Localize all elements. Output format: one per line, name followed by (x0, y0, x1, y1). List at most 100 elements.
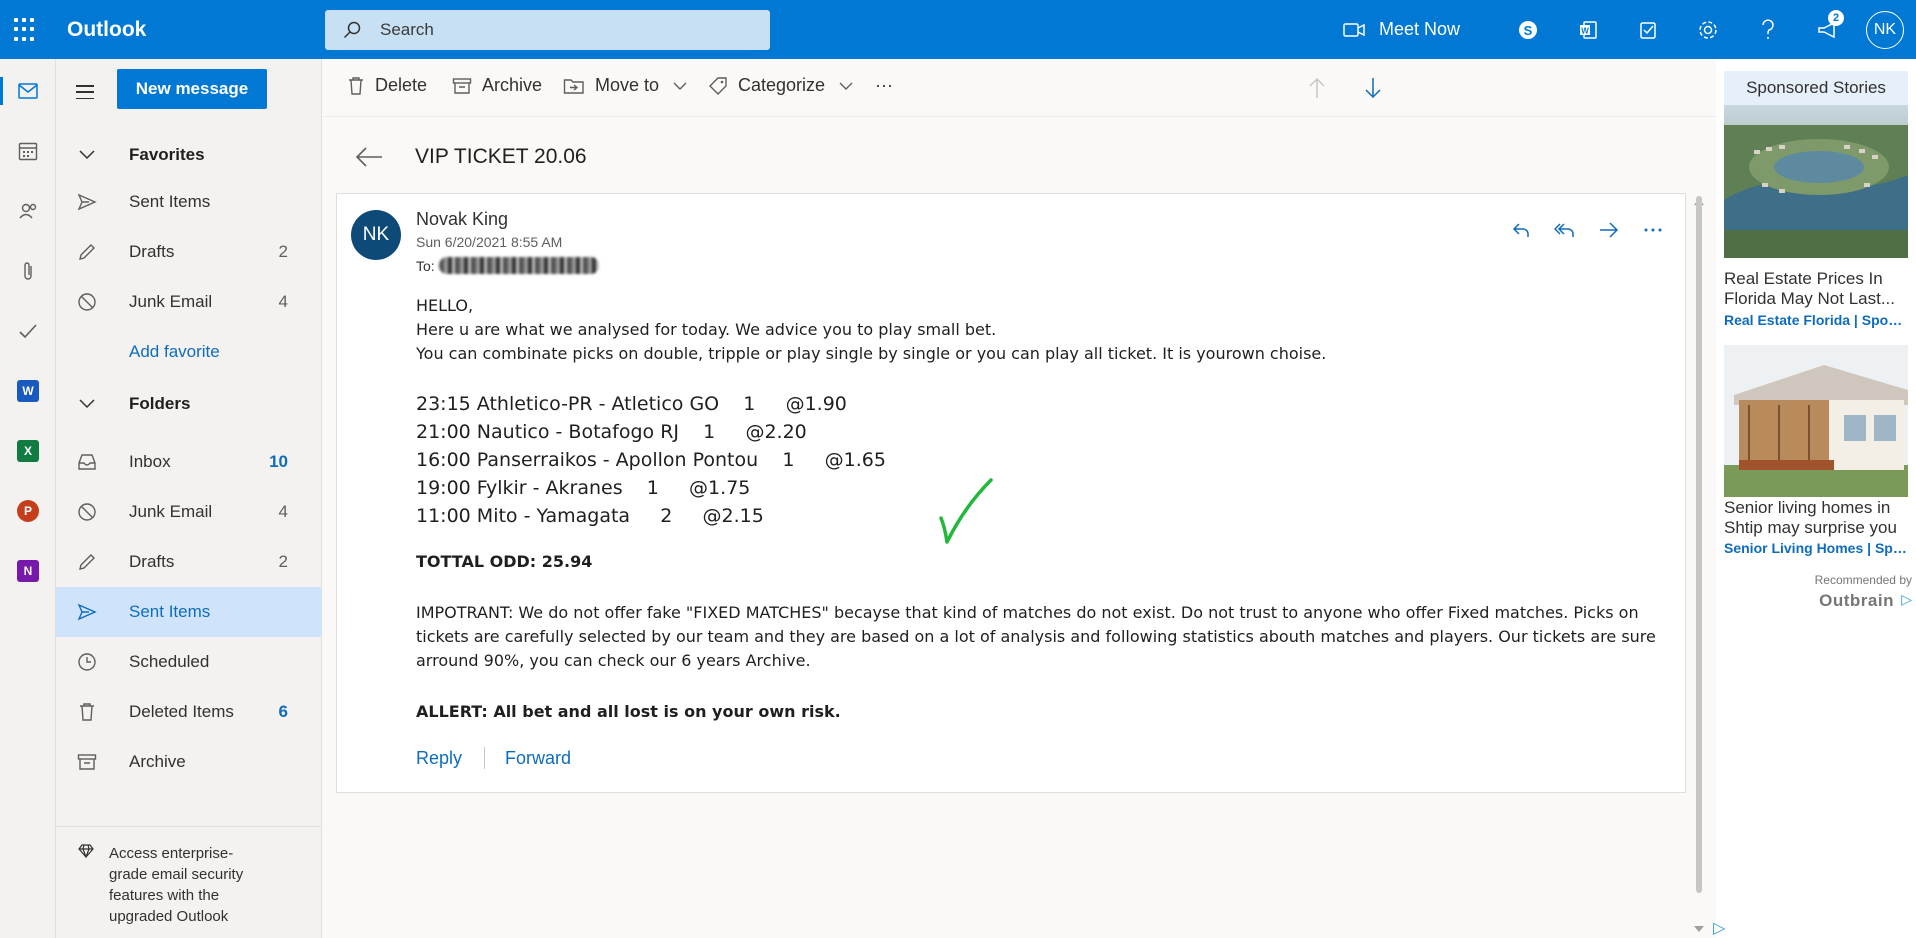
people-icon (19, 203, 37, 219)
chevron-down-icon (76, 144, 98, 166)
powerpoint-icon: P (17, 500, 39, 522)
folder-label: Inbox (129, 452, 171, 471)
message-more-button[interactable] (1641, 218, 1665, 242)
todo-app-button[interactable] (0, 309, 56, 353)
archive-label: Archive (482, 75, 543, 95)
search-input[interactable] (380, 19, 750, 41)
powerpoint-app-button[interactable]: P (0, 489, 56, 533)
outbrain-logo[interactable]: Outbrain (1819, 591, 1894, 611)
app-title[interactable]: Outlook (67, 18, 146, 42)
previous-message-button[interactable] (1308, 77, 1326, 99)
scroll-down-arrow[interactable] (1694, 926, 1704, 932)
adchoices-footer-icon[interactable]: ▷ (1713, 918, 1725, 938)
next-message-button[interactable] (1364, 77, 1382, 99)
reply-all-action-button[interactable] (1553, 218, 1577, 242)
favorite-sent-items[interactable]: Sent Items (56, 177, 322, 227)
folder-sent-items[interactable]: Sent Items (56, 587, 322, 637)
files-app-button[interactable] (0, 249, 56, 293)
search-box[interactable] (325, 10, 770, 50)
sponsored-stories-header: Sponsored Stories (1724, 71, 1908, 105)
message-subject: VIP TICKET 20.06 (415, 145, 587, 168)
reply-row: Reply Forward (416, 747, 571, 769)
arrow-left-icon (355, 147, 382, 167)
folder-count: 2 (278, 242, 288, 261)
favorite-junk-email[interactable]: Junk Email 4 (56, 277, 322, 327)
folder-count: 2 (278, 552, 288, 571)
people-app-button[interactable] (0, 189, 56, 233)
word-icon: W (17, 380, 39, 402)
folder-label: Junk Email (129, 502, 213, 521)
reply-icon (1512, 223, 1529, 237)
recommended-by-label: Recommended by (1814, 573, 1912, 587)
move-to-button[interactable]: Move to (563, 75, 687, 96)
chevron-down-icon (673, 82, 687, 90)
folder-label: Sent Items (129, 602, 211, 621)
ad-title[interactable]: Senior living homes in Shtip may surpris… (1724, 498, 1908, 538)
ad-image-aerial[interactable] (1724, 105, 1908, 258)
hamburger-icon[interactable] (76, 85, 94, 99)
notifications-button[interactable]: 2 (1806, 0, 1850, 59)
notification-badge: 2 (1828, 10, 1844, 26)
folder-junk-email[interactable]: Junk Email 4 (56, 487, 322, 537)
help-button[interactable] (1746, 0, 1790, 59)
delete-button[interactable]: Delete (347, 75, 427, 96)
settings-button[interactable] (1686, 0, 1730, 59)
folder-archive[interactable]: Archive (56, 737, 322, 787)
word-app-button[interactable]: W (0, 369, 56, 413)
favorites-header[interactable]: Favorites (56, 130, 322, 180)
more-actions-button[interactable]: ··· (875, 75, 893, 96)
ad-source[interactable]: Senior Living Homes | Spo... (1724, 540, 1908, 556)
ad-title[interactable]: Real Estate Prices In Florida May Not La… (1724, 269, 1908, 309)
adchoices-icon[interactable]: ▷ (1901, 591, 1912, 608)
to-label: To: (416, 257, 435, 274)
reply-link[interactable]: Reply (416, 748, 462, 769)
folder-drafts[interactable]: Drafts 2 (56, 537, 322, 587)
app-launcher-icon[interactable] (14, 18, 38, 42)
folder-label: Archive (129, 752, 186, 771)
meet-now-button[interactable]: Meet Now (1343, 19, 1460, 40)
sender-name[interactable]: Novak King (416, 209, 508, 230)
office-apps-button[interactable]: W (1566, 0, 1610, 59)
ad-image-house[interactable] (1724, 345, 1908, 497)
favorites-label: Favorites (129, 145, 205, 164)
upgrade-promo[interactable]: Access enterprise-grade email security f… (56, 826, 322, 938)
reply-action-button[interactable] (1509, 218, 1533, 242)
folder-move-icon (563, 78, 584, 94)
chevron-down-icon (839, 82, 853, 90)
question-mark-icon (1762, 18, 1774, 39)
reading-pane-scrollbar[interactable] (1696, 196, 1702, 893)
folder-inbox[interactable]: Inbox 10 (56, 437, 322, 487)
folders-header[interactable]: Folders (56, 379, 322, 429)
folder-label: Junk Email (129, 292, 213, 311)
archive-button[interactable]: Archive (452, 75, 542, 96)
categorize-button[interactable]: Categorize (708, 75, 853, 96)
important-notice: IMPOTRANT: We do not offer fake "FIXED M… (416, 603, 1656, 670)
user-avatar[interactable]: NK (1866, 10, 1904, 49)
calendar-app-button[interactable] (0, 129, 56, 173)
archive-icon (452, 77, 472, 94)
body-line: Here u are what we analysed for today. W… (416, 320, 997, 339)
ad-source[interactable]: Real Estate Florida | Spons... (1724, 312, 1908, 328)
send-icon (76, 601, 98, 623)
skype-button[interactable]: S (1506, 0, 1550, 59)
folder-label: Drafts (129, 552, 175, 571)
folder-deleted-items[interactable]: Deleted Items 6 (56, 687, 322, 737)
todo-button[interactable] (1626, 0, 1670, 59)
more-horizontal-icon (1644, 228, 1662, 232)
forward-action-button[interactable] (1597, 218, 1621, 242)
folder-scheduled[interactable]: Scheduled (56, 637, 322, 687)
forward-link[interactable]: Forward (505, 748, 571, 769)
picks-list: 23:15 Athletico-PR - Atletico GO 1 @1.90… (416, 390, 1656, 530)
add-favorite-link[interactable]: Add favorite (56, 327, 322, 377)
favorite-drafts[interactable]: Drafts 2 (56, 227, 322, 277)
sender-avatar[interactable]: NK (351, 210, 401, 260)
move-to-label: Move to (595, 75, 660, 95)
onenote-app-button[interactable]: N (0, 549, 56, 593)
body-line: You can combinate picks on double, tripp… (416, 344, 1327, 363)
back-button[interactable] (355, 146, 383, 173)
mail-app-button[interactable] (0, 69, 56, 113)
new-message-button[interactable]: New message (117, 69, 267, 109)
calendar-icon (18, 142, 38, 161)
excel-app-button[interactable]: X (0, 429, 56, 473)
word-doc-icon: W (1580, 20, 1597, 39)
